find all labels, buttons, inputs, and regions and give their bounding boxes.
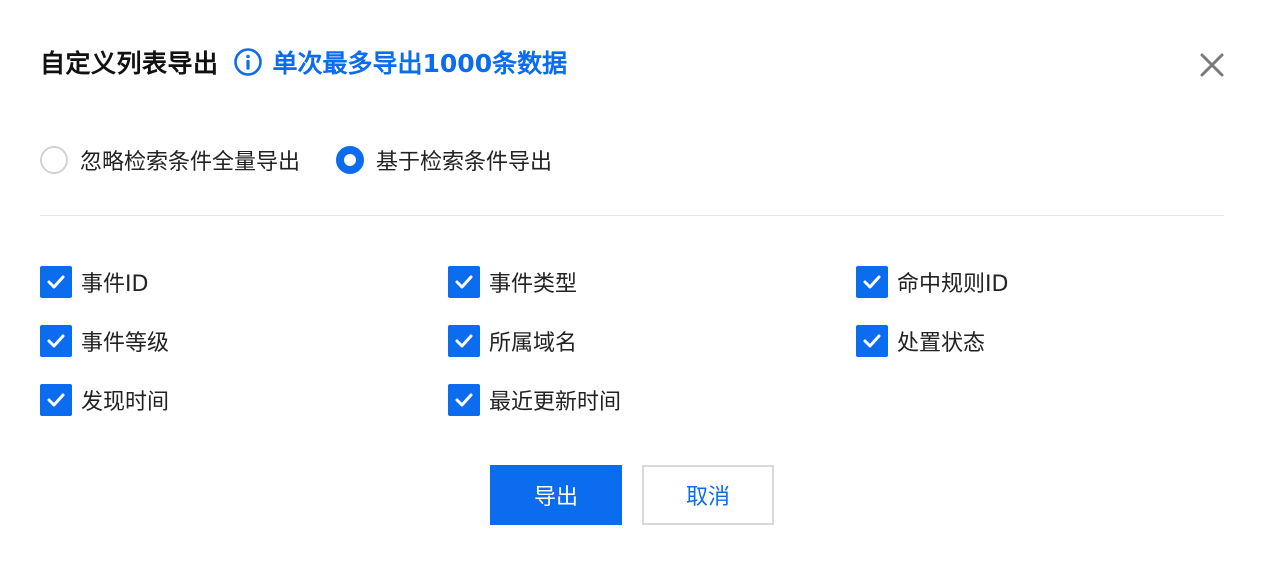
checkbox-checked[interactable]	[40, 325, 72, 357]
checkmark-icon	[47, 275, 65, 289]
checkbox-last-updated[interactable]: 最近更新时间	[448, 384, 621, 416]
checkbox-event-id[interactable]: 事件ID	[40, 266, 148, 298]
checkmark-icon	[47, 334, 65, 348]
checkbox-discovery-time[interactable]: 发现时间	[40, 384, 169, 416]
dialog-footer: 导出 取消	[490, 465, 774, 525]
checkbox-label: 命中规则ID	[897, 272, 1009, 297]
divider	[40, 215, 1224, 216]
checkbox-label: 最近更新时间	[489, 390, 622, 415]
radio-label: 忽略检索条件全量导出	[80, 150, 301, 175]
checkmark-icon	[863, 334, 881, 348]
dialog-header: 自定义列表导出 单次最多导出1000条数据	[40, 40, 567, 84]
checkmark-icon	[47, 393, 65, 407]
close-button[interactable]	[1196, 49, 1228, 81]
checkbox-checked[interactable]	[856, 325, 888, 357]
checkbox-label: 事件类型	[489, 272, 578, 297]
export-limit-notice: 单次最多导出1000条数据	[272, 49, 568, 78]
checkbox-event-type[interactable]: 事件类型	[448, 266, 577, 298]
checkbox-label: 所属域名	[489, 331, 578, 356]
checkbox-checked[interactable]	[448, 266, 480, 298]
cancel-button[interactable]: 取消	[642, 465, 774, 525]
radio-export-filtered[interactable]: 基于检索条件导出	[336, 144, 552, 176]
info-circle-icon	[233, 47, 263, 77]
radio-button-unchecked[interactable]	[40, 146, 68, 174]
radio-export-all[interactable]: 忽略检索条件全量导出	[40, 144, 300, 176]
checkbox-handling-status[interactable]: 处置状态	[856, 325, 985, 357]
export-button[interactable]: 导出	[490, 465, 622, 525]
checkbox-checked[interactable]	[40, 384, 72, 416]
checkbox-domain[interactable]: 所属域名	[448, 325, 577, 357]
checkmark-icon	[455, 275, 473, 289]
checkmark-icon	[863, 275, 881, 289]
close-icon	[1200, 53, 1224, 77]
radio-button-checked[interactable]	[336, 146, 365, 174]
checkbox-checked[interactable]	[40, 266, 72, 298]
dialog-title: 自定义列表导出	[40, 49, 219, 78]
checkbox-checked[interactable]	[448, 384, 480, 416]
radio-label: 基于检索条件导出	[376, 150, 553, 175]
export-scope-radio-group: 忽略检索条件全量导出 基于检索条件导出	[40, 142, 588, 178]
checkbox-event-level[interactable]: 事件等级	[40, 325, 169, 357]
checkbox-rule-id[interactable]: 命中规则ID	[856, 266, 1008, 298]
checkmark-icon	[455, 334, 473, 348]
checkbox-label: 事件等级	[81, 331, 170, 356]
checkbox-checked[interactable]	[856, 266, 888, 298]
export-dialog: 自定义列表导出 单次最多导出1000条数据 忽略检索条件全量导出 基于检索条件导…	[0, 0, 1262, 566]
checkbox-label: 发现时间	[81, 390, 170, 415]
checkbox-checked[interactable]	[448, 325, 480, 357]
checkbox-label: 事件ID	[81, 272, 149, 297]
checkbox-label: 处置状态	[897, 331, 986, 356]
checkmark-icon	[455, 393, 473, 407]
